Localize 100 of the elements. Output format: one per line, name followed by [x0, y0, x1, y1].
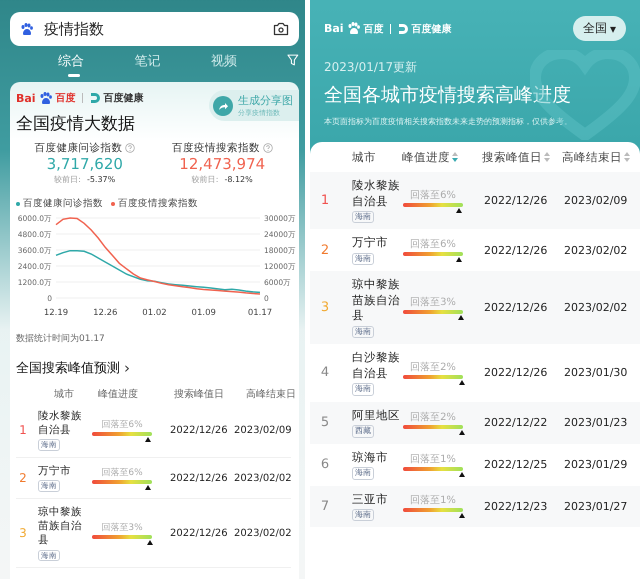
health-logo-text: 百度健康 — [412, 22, 452, 36]
page-subtitle: 本页面指标为百度疫情相关搜索指数未来走势的预测指标，仅供参考。 — [324, 116, 573, 127]
paw-icon — [20, 22, 34, 36]
filter-icon[interactable] — [287, 54, 300, 66]
end-date: 2023/02/02 — [563, 244, 628, 257]
search-input[interactable]: 疫情指数 — [42, 19, 265, 39]
column-header[interactable]: 峰值进度 — [402, 150, 450, 164]
province-tag: 海南 — [352, 467, 374, 480]
help-icon[interactable] — [125, 143, 136, 153]
peak-date: 2022/12/26 — [483, 194, 548, 208]
update-date: 2023/01/17更新 — [324, 59, 418, 76]
progress-text: 回落至6% — [101, 466, 143, 479]
legend-label: 百度疫情搜索指数 — [118, 197, 198, 210]
province-tag: 海南 — [352, 383, 374, 396]
baidu-logo-text: 百度 — [364, 22, 384, 36]
paw-icon — [38, 92, 53, 104]
sort-icon[interactable] — [452, 152, 458, 162]
sort-icon[interactable] — [624, 152, 630, 162]
column-header: 城市 — [54, 388, 75, 401]
city-name: 琼海市 — [352, 450, 389, 466]
baidu-logo-text: 百度 — [56, 91, 76, 105]
baidu-logo-text: Bai — [324, 22, 344, 35]
rank-number: 3 — [18, 526, 28, 540]
health-logo-text: 百度健康 — [104, 91, 144, 105]
peak-date: 2022/12/25 — [483, 458, 548, 472]
end-date: 2023/02/09 — [563, 194, 628, 208]
compare-value: -5.37% — [86, 175, 116, 184]
peak-date: 2022/12/26 — [483, 244, 548, 257]
progress-text: 回落至6% — [410, 188, 456, 202]
camera-icon[interactable] — [273, 22, 289, 36]
progress-text: 回落至2% — [410, 360, 456, 374]
city-name: 万宁市 — [352, 235, 389, 251]
city-name: 万宁市 — [38, 464, 72, 478]
end-date: 2023/01/23 — [563, 416, 628, 430]
end-date: 2023/01/29 — [563, 458, 628, 472]
stat-value: 3,717,620 — [46, 155, 123, 174]
column-header[interactable]: 城市 — [352, 150, 376, 164]
legend-dot — [16, 202, 20, 206]
city-name: 琼中黎族苗族自治县 — [352, 277, 400, 324]
peak-date: 2022/12/23 — [483, 500, 548, 513]
rank-number: 1 — [18, 423, 28, 438]
compare-label: 较前日: — [54, 174, 81, 185]
legend-label: 百度健康问诊指数 — [23, 197, 103, 210]
share-icon — [213, 96, 233, 116]
progress-text: 回落至3% — [410, 296, 456, 309]
province-tag: 海南 — [352, 326, 374, 338]
health-logo-icon — [396, 22, 409, 34]
rank-number: 5 — [320, 415, 330, 430]
peak-date: 2022/12/22 — [483, 416, 548, 430]
compare-value: -8.12% — [224, 175, 253, 184]
legend-dot — [111, 202, 115, 206]
x-axis-label: 01.02 — [142, 308, 167, 318]
health-logo-icon — [88, 92, 101, 104]
stat-label: 百度疫情搜索指数 — [172, 141, 260, 155]
city-name: 陵水黎族自治县 — [38, 409, 82, 438]
tab[interactable]: 综合 — [58, 52, 84, 70]
stat-value: 12,473,974 — [179, 155, 266, 174]
progress-text: 回落至6% — [101, 418, 143, 431]
section-title[interactable]: 全国搜索峰值预测 — [16, 359, 120, 377]
city-name: 琼中黎族苗族自治县 — [38, 505, 82, 548]
card-title: 全国疫情大数据 — [16, 113, 136, 135]
data-time-note: 数据统计时间为01.17 — [16, 332, 106, 345]
peak-date: 2022/12/26 — [169, 472, 229, 484]
province-tag: 海南 — [352, 509, 374, 522]
rank-number: 3 — [320, 300, 330, 316]
compare-label: 较前日: — [192, 174, 218, 185]
column-header[interactable]: 搜索峰值日 — [482, 150, 542, 164]
end-date: 2023/01/30 — [563, 366, 628, 380]
region-select[interactable]: 全国 ▾ — [572, 16, 626, 41]
paw-icon — [346, 22, 361, 35]
stat-label: 百度健康问诊指数 — [34, 141, 122, 155]
end-date: 2023/02/02 — [234, 528, 293, 539]
city-name: 陵水黎族自治县 — [352, 178, 400, 210]
peak-date: 2022/12/26 — [169, 424, 229, 436]
city-name: 阿里地区 — [352, 408, 400, 424]
end-date: 2023/01/27 — [563, 500, 628, 513]
peak-date: 2022/12/26 — [483, 366, 548, 380]
column-header[interactable]: 高峰结束日 — [562, 150, 622, 164]
x-axis-label: 01.09 — [192, 308, 216, 318]
end-date: 2023/02/02 — [563, 301, 628, 314]
chevron-icon[interactable]: › — [124, 359, 130, 377]
progress-text: 回落至3% — [101, 522, 143, 534]
column-header: 搜索峰值日 — [174, 388, 225, 401]
search-field[interactable]: 疫情指数 — [10, 12, 299, 46]
baidu-logo-text: Bai — [16, 92, 36, 104]
rank-number: 7 — [320, 498, 330, 514]
progress-text: 回落至6% — [410, 238, 456, 252]
help-icon[interactable] — [262, 143, 273, 153]
rank-number: 2 — [18, 471, 28, 486]
peak-date: 2022/12/26 — [483, 301, 548, 314]
x-axis-label: 01.17 — [248, 308, 272, 318]
sort-icon[interactable] — [544, 152, 550, 162]
column-header: 峰值进度 — [98, 388, 139, 401]
column-header: 高峰结束日 — [246, 388, 297, 401]
end-date: 2023/02/02 — [234, 472, 293, 484]
province-tag: 海南 — [352, 252, 374, 266]
progress-text: 回落至2% — [410, 410, 456, 424]
city-name: 三亚市 — [352, 492, 389, 508]
province-tag: 海南 — [352, 211, 374, 224]
rank-number: 6 — [320, 457, 330, 472]
